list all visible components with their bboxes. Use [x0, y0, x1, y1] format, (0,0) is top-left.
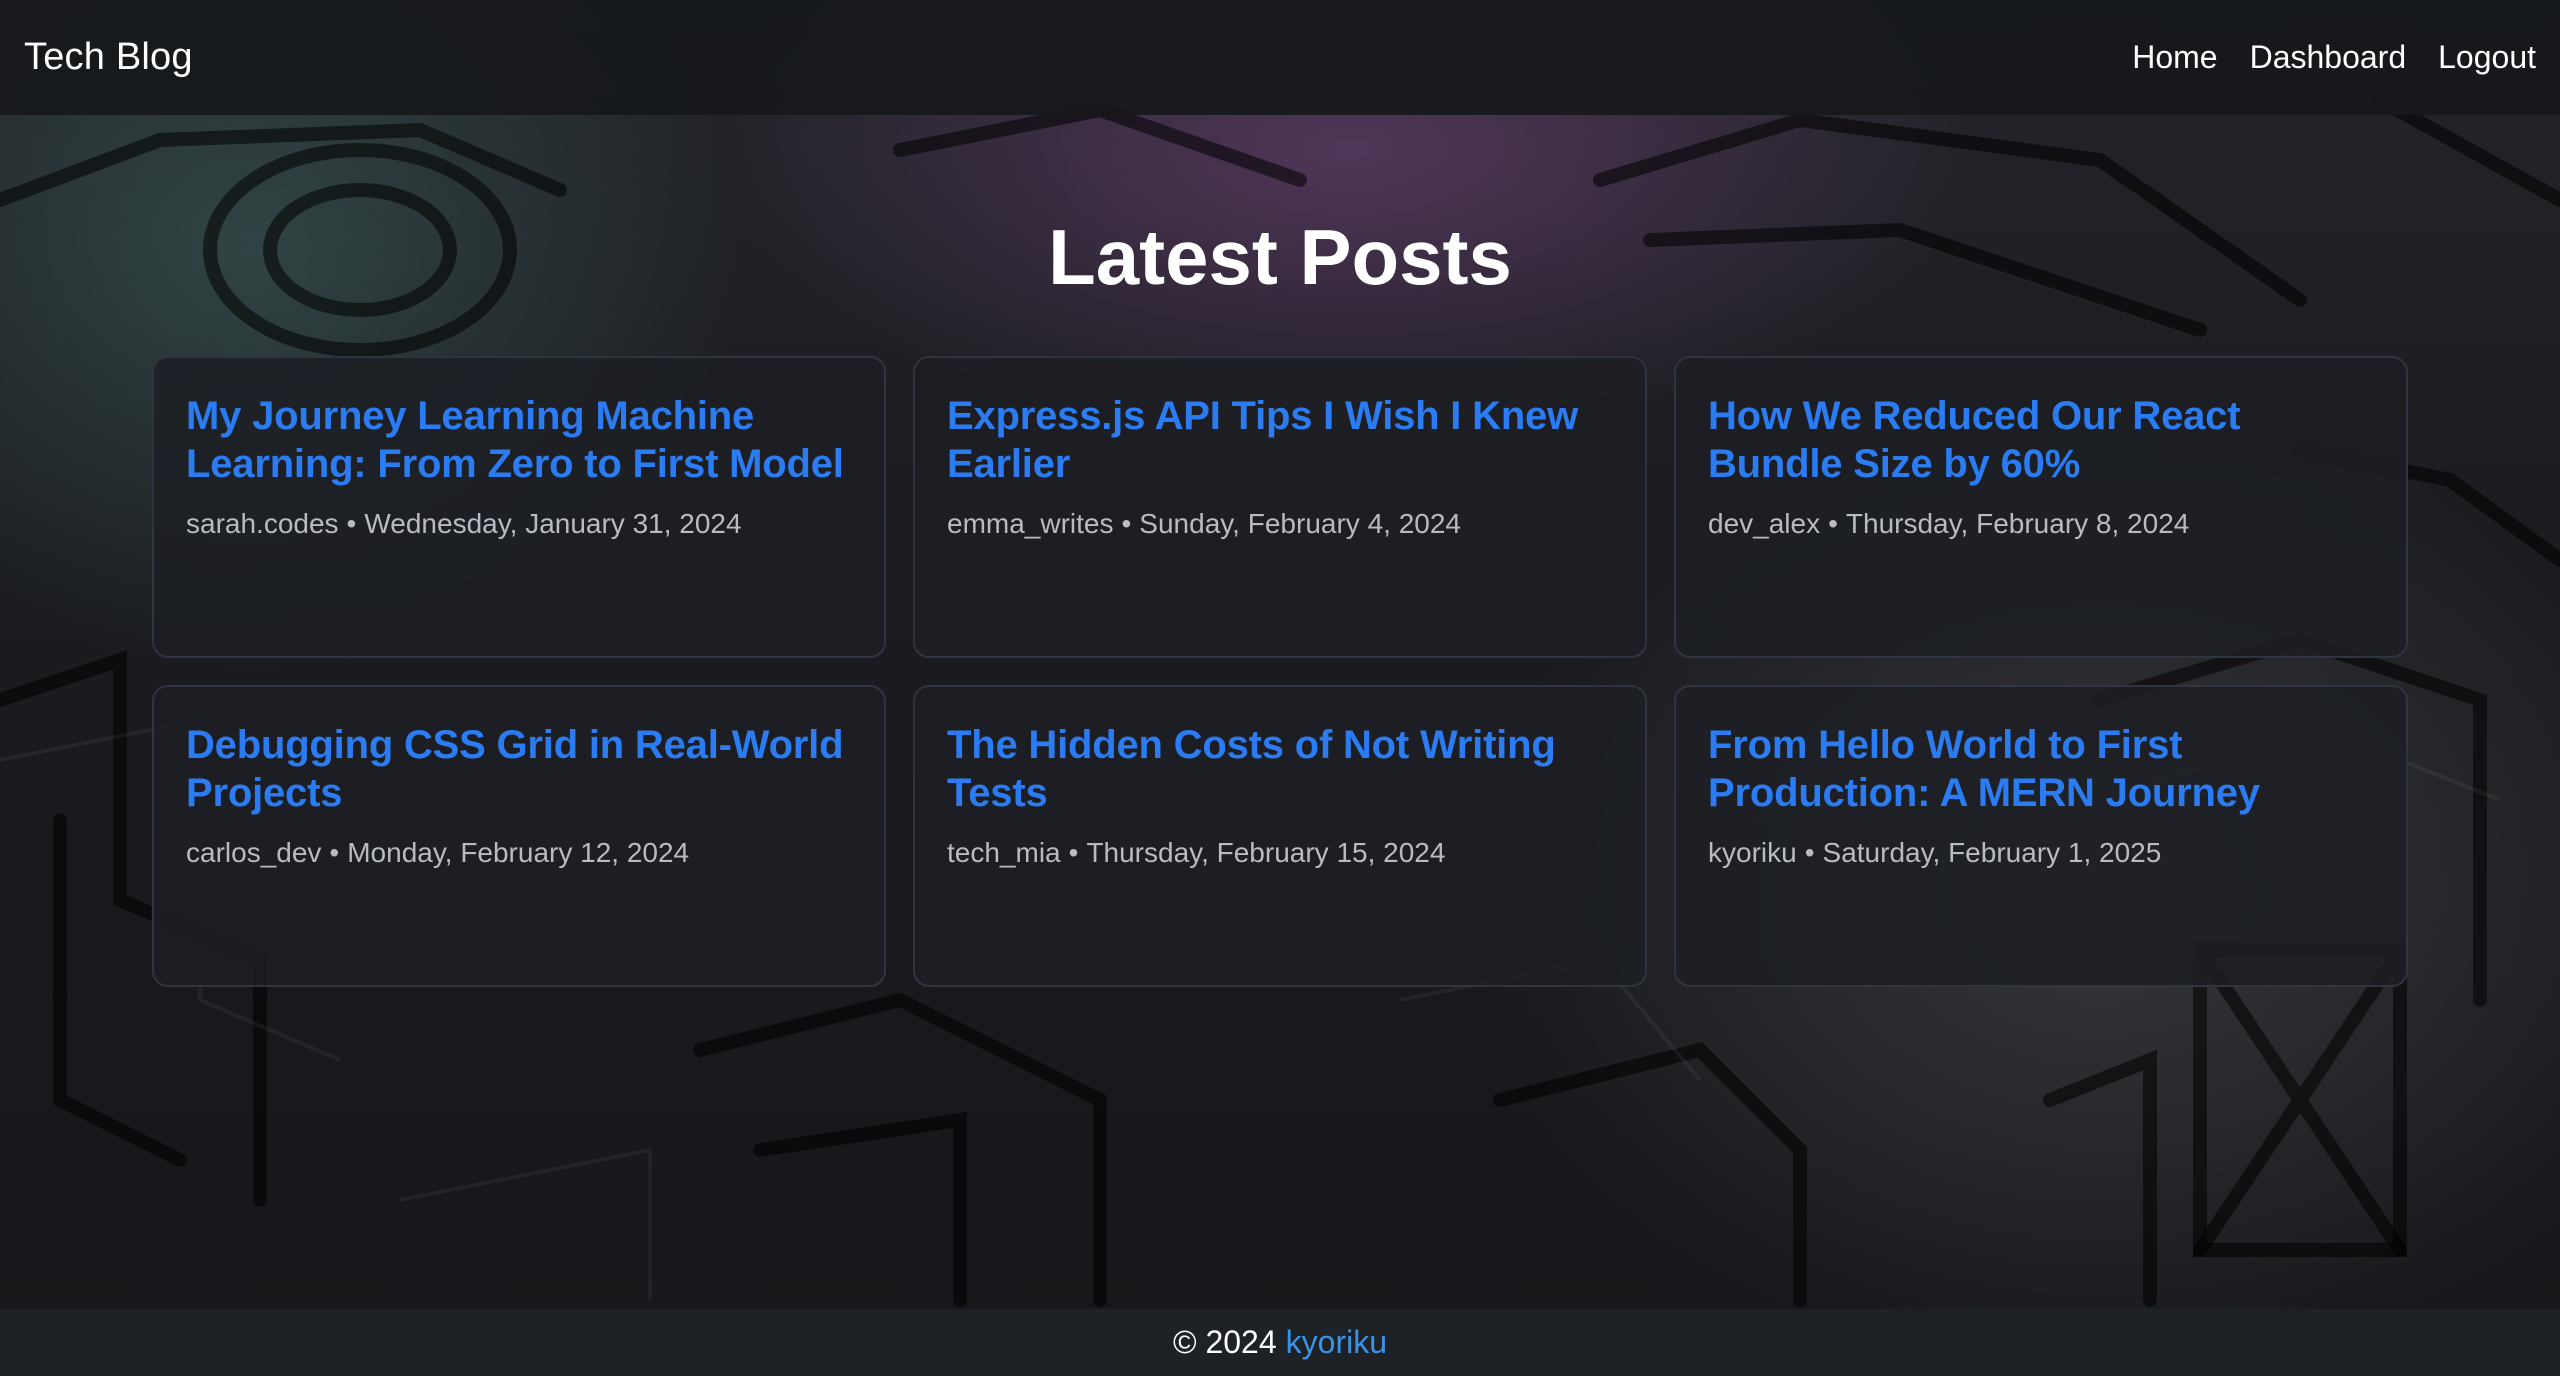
- page-title: Latest Posts: [1048, 213, 1512, 301]
- post-meta: sarah.codes • Wednesday, January 31, 2024: [186, 508, 852, 540]
- meta-separator: •: [329, 837, 340, 868]
- posts-grid: My Journey Learning Machine Learning: Fr…: [152, 356, 2408, 987]
- post-author: carlos_dev: [186, 837, 322, 868]
- post-author: emma_writes: [947, 508, 1114, 539]
- nav-dashboard-link[interactable]: Dashboard: [2250, 39, 2407, 76]
- brand-logo[interactable]: Tech Blog: [24, 36, 193, 79]
- post-title-link[interactable]: Express.js API Tips I Wish I Knew Earlie…: [947, 392, 1613, 488]
- post-card[interactable]: My Journey Learning Machine Learning: Fr…: [152, 356, 886, 658]
- post-author: dev_alex: [1708, 508, 1821, 539]
- nav-home-link[interactable]: Home: [2132, 39, 2217, 76]
- nav-logout-link[interactable]: Logout: [2438, 39, 2536, 76]
- footer-copyright: © 2024: [1172, 1324, 1277, 1360]
- post-title-link[interactable]: My Journey Learning Machine Learning: Fr…: [186, 392, 852, 488]
- post-title-link[interactable]: From Hello World to First Production: A …: [1708, 721, 2374, 817]
- post-date: Thursday, February 15, 2024: [1086, 837, 1446, 868]
- post-card[interactable]: The Hidden Costs of Not Writing Tests te…: [913, 685, 1647, 987]
- post-card[interactable]: Debugging CSS Grid in Real-World Project…: [152, 685, 886, 987]
- post-author: kyoriku: [1708, 837, 1797, 868]
- post-title-link[interactable]: How We Reduced Our React Bundle Size by …: [1708, 392, 2374, 488]
- meta-separator: •: [1068, 837, 1079, 868]
- post-meta: dev_alex • Thursday, February 8, 2024: [1708, 508, 2374, 540]
- meta-separator: •: [1804, 837, 1815, 868]
- post-author: tech_mia: [947, 837, 1061, 868]
- post-card[interactable]: Express.js API Tips I Wish I Knew Earlie…: [913, 356, 1647, 658]
- post-card[interactable]: How We Reduced Our React Bundle Size by …: [1674, 356, 2408, 658]
- post-title-link[interactable]: Debugging CSS Grid in Real-World Project…: [186, 721, 852, 817]
- post-meta: carlos_dev • Monday, February 12, 2024: [186, 837, 852, 869]
- post-date: Saturday, February 1, 2025: [1822, 837, 2162, 868]
- post-card[interactable]: From Hello World to First Production: A …: [1674, 685, 2408, 987]
- post-meta: tech_mia • Thursday, February 15, 2024: [947, 837, 1613, 869]
- post-date: Sunday, February 4, 2024: [1139, 508, 1461, 539]
- meta-separator: •: [346, 508, 357, 539]
- post-author: sarah.codes: [186, 508, 339, 539]
- post-meta: kyoriku • Saturday, February 1, 2025: [1708, 837, 2374, 869]
- footer-author-link[interactable]: kyoriku: [1286, 1324, 1387, 1361]
- post-date: Thursday, February 8, 2024: [1845, 508, 2190, 539]
- meta-separator: •: [1828, 508, 1838, 539]
- nav-links: Home Dashboard Logout: [2132, 39, 2536, 76]
- post-title-link[interactable]: The Hidden Costs of Not Writing Tests: [947, 721, 1613, 817]
- navbar: Tech Blog Home Dashboard Logout: [0, 0, 2560, 115]
- footer: © 2024 kyoriku: [0, 1309, 2560, 1376]
- post-meta: emma_writes • Sunday, February 4, 2024: [947, 508, 1613, 540]
- post-date: Monday, February 12, 2024: [347, 837, 690, 868]
- post-date: Wednesday, January 31, 2024: [364, 508, 742, 539]
- meta-separator: •: [1121, 508, 1132, 539]
